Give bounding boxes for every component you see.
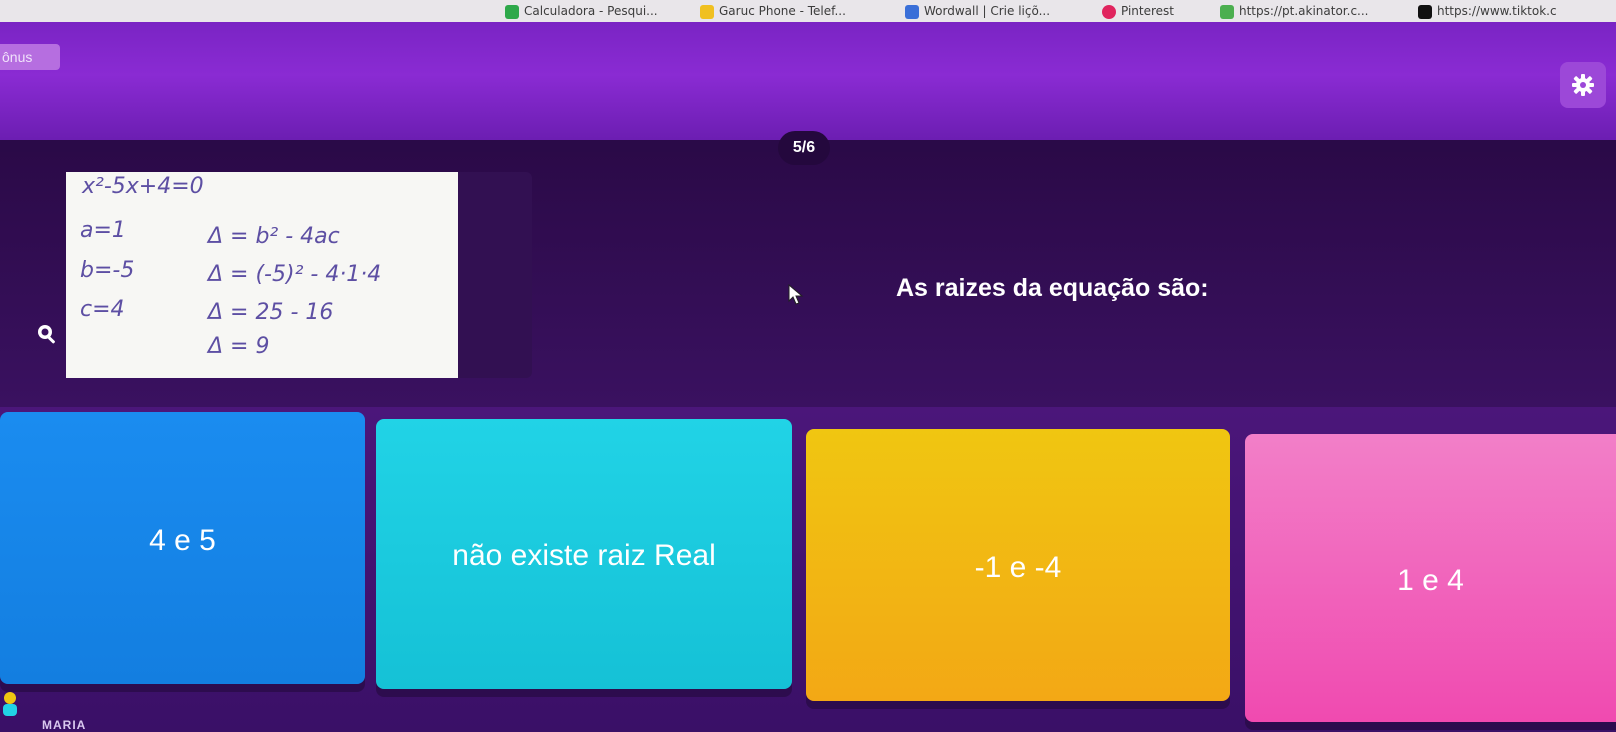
- bookmark-label: Garuc Phone - Telef...: [719, 4, 846, 18]
- zoom-in-icon: [38, 325, 55, 344]
- answer-option-b[interactable]: não existe raiz Real: [376, 419, 792, 689]
- bookmark-label: Calculadora - Pesqui...: [524, 4, 658, 18]
- bookmark-label: Wordwall | Crie liçõ...: [924, 4, 1051, 18]
- bookmark-favicon-icon: [1220, 4, 1234, 19]
- coefficient-c: c=4: [80, 297, 125, 322]
- question-counter: 5/6: [778, 131, 830, 165]
- answer-option-d[interactable]: 1 e 4: [1245, 434, 1616, 722]
- answer-option-c[interactable]: -1 e -4: [806, 429, 1230, 701]
- bookmark-item-garuc[interactable]: Garuc Phone - Telef...: [700, 3, 846, 19]
- player-name: MARIA: [42, 718, 87, 732]
- game-header: [0, 22, 1616, 140]
- answer-label: 1 e 4: [1397, 564, 1464, 597]
- zoom-button[interactable]: [36, 323, 58, 345]
- bookmark-item-pinterest[interactable]: Pinterest: [1102, 3, 1174, 19]
- coefficient-b: b=-5: [80, 258, 135, 283]
- bookmark-favicon-icon: [505, 4, 519, 19]
- coefficient-a: a=1: [80, 218, 126, 243]
- settings-button[interactable]: [1560, 62, 1606, 108]
- mouse-pointer-icon: [788, 284, 804, 305]
- bookmark-favicon-icon: [905, 4, 919, 19]
- answer-label: não existe raiz Real: [452, 539, 716, 572]
- tiktok-icon: [1418, 4, 1432, 19]
- pinterest-icon: [1102, 4, 1116, 19]
- delta-subtraction: Δ = 25 - 16: [208, 300, 334, 325]
- delta-formula: Δ = b² - 4ac: [208, 224, 340, 249]
- bookmark-item-wordwall[interactable]: Wordwall | Crie liçõ...: [905, 3, 1050, 19]
- question-image[interactable]: x²-5x+4=0 a=1 b=-5 c=4 Δ = b² - 4ac Δ = …: [66, 172, 458, 378]
- bookmark-favicon-icon: [700, 4, 714, 19]
- bookmark-label: Pinterest: [1121, 4, 1175, 18]
- bookmark-label: https://www.tiktok.c: [1437, 4, 1557, 18]
- question-text: As raizes da equação são:: [896, 274, 1209, 302]
- bonus-label: ônus: [0, 44, 60, 70]
- answer-label: 4 e 5: [149, 524, 216, 557]
- player-avatar: [3, 692, 17, 716]
- answer-option-a[interactable]: 4 e 5: [0, 412, 365, 684]
- bookmarks-bar: Calculadora - Pesqui... Garuc Phone - Te…: [0, 0, 1616, 22]
- answer-label: -1 e -4: [974, 551, 1062, 584]
- bookmark-label: https://pt.akinator.c...: [1239, 4, 1369, 18]
- delta-substitution: Δ = (-5)² - 4·1·4: [208, 262, 382, 287]
- bookmark-item-akinator[interactable]: https://pt.akinator.c...: [1220, 3, 1368, 19]
- bookmark-item-tiktok[interactable]: https://www.tiktok.c: [1418, 3, 1557, 19]
- gear-icon: [1572, 74, 1594, 96]
- bookmark-item-calculadora[interactable]: Calculadora - Pesqui...: [505, 3, 658, 19]
- equation-text: x²-5x+4=0: [82, 174, 204, 199]
- delta-result: Δ = 9: [208, 334, 270, 359]
